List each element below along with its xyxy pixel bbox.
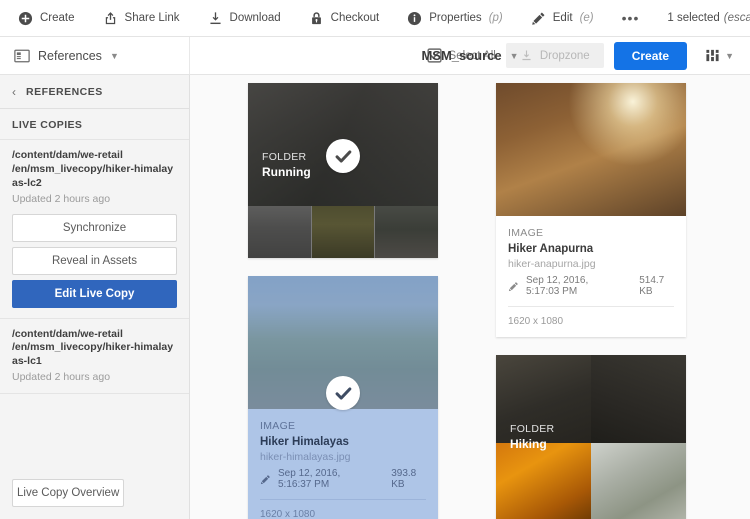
asset-card-hiker-anapurna[interactable]: IMAGE Hiker Anapurna hiker-anapurna.jpg … <box>496 83 686 337</box>
asset-metadata: IMAGE Hiker Himalayas hiker-himalayas.jp… <box>248 409 438 519</box>
share-link-action-label: Share Link <box>125 12 180 24</box>
back-arrow-icon[interactable]: ‹ <box>12 85 16 99</box>
asset-date: Sep 12, 2016, 5:17:03 PM <box>526 275 624 297</box>
ellipsis-icon: ••• <box>622 15 640 21</box>
live-copy-path-line1: /content/dam/we-retail <box>12 328 177 342</box>
asset-kind-label: IMAGE <box>260 420 426 432</box>
asset-filename: hiker-anapurna.jpg <box>508 258 674 270</box>
chevron-down-icon: ▼ <box>510 51 519 61</box>
folder-thumbnail-grid <box>496 355 686 519</box>
asset-modified-row: Sep 12, 2016, 5:17:03 PM 514.7 KB <box>508 275 674 307</box>
lock-icon <box>309 11 324 26</box>
download-action-label: Download <box>230 12 281 24</box>
rail-selector[interactable]: References ▼ <box>0 37 190 74</box>
selection-status: 1 selected (escape) <box>667 12 750 24</box>
asset-size: 514.7 KB <box>639 275 674 297</box>
share-icon <box>103 11 118 26</box>
live-copy-path-line2: /en/msm_livecopy/hiker-himalayas-lc1 <box>12 341 177 369</box>
page-body: ‹ REFERENCES LIVE COPIES /content/dam/we… <box>0 75 750 519</box>
page-title: MSM_source <box>421 48 501 63</box>
live-copy-item[interactable]: /content/dam/we-retail /en/msm_livecopy/… <box>0 319 189 395</box>
sidebar-section-live-copies: LIVE COPIES <box>0 109 189 140</box>
rail-toolbar: References ▼ MSM_source ▼ Select All Dro… <box>0 37 750 75</box>
rail-main-area: MSM_source ▼ Select All Dropzone Create <box>190 37 750 74</box>
checkout-action-label: Checkout <box>331 12 380 24</box>
folder-card-running[interactable]: FOLDER Running <box>248 83 438 258</box>
references-rail-icon <box>14 49 30 63</box>
asset-kind-label: IMAGE <box>508 227 674 239</box>
asset-dimensions: 1620 x 1080 <box>260 500 426 519</box>
live-copy-actions: Synchronize Reveal in Assets Edit Live C… <box>12 214 177 308</box>
sidebar-header: ‹ REFERENCES <box>0 75 189 109</box>
download-action[interactable]: Download <box>208 11 281 26</box>
card-column-2: IMAGE Hiker Anapurna hiker-anapurna.jpg … <box>496 83 686 519</box>
asset-card-hiker-himalayas[interactable]: IMAGE Hiker Himalayas hiker-himalayas.jp… <box>248 276 438 519</box>
properties-action[interactable]: Properties (p) <box>407 11 502 26</box>
folder-thumb-1 <box>496 355 591 443</box>
edit-action[interactable]: Edit (e) <box>531 11 594 26</box>
live-copy-updated: Updated 2 hours ago <box>12 371 177 383</box>
reveal-in-assets-button[interactable]: Reveal in Assets <box>12 247 177 275</box>
download-icon <box>208 11 223 26</box>
rail-selector-label: References <box>38 49 102 63</box>
chevron-down-icon: ▼ <box>725 51 734 61</box>
dropzone-upload-icon <box>520 49 533 62</box>
pencil-icon <box>260 474 271 485</box>
references-sidebar: ‹ REFERENCES LIVE COPIES /content/dam/we… <box>0 75 190 519</box>
asset-metadata: IMAGE Hiker Anapurna hiker-anapurna.jpg … <box>496 216 686 337</box>
card-grid: FOLDER Running <box>190 83 750 519</box>
pencil-icon <box>508 281 519 292</box>
more-actions-button[interactable]: ••• <box>622 15 640 21</box>
card-column-1: FOLDER Running <box>248 83 438 519</box>
check-icon <box>334 147 353 166</box>
chevron-down-icon: ▼ <box>110 51 119 61</box>
create-button[interactable]: Create <box>614 42 687 70</box>
selection-checkmark[interactable] <box>326 139 360 173</box>
live-copy-path-line1: /content/dam/we-retail <box>12 149 177 163</box>
pencil-icon <box>531 11 546 26</box>
synchronize-button[interactable]: Synchronize <box>12 214 177 242</box>
dropzone-label: Dropzone <box>540 50 590 62</box>
live-copy-path-line2: /en/msm_livecopy/hiker-himalayas-lc2 <box>12 163 177 191</box>
edit-shortcut: (e) <box>580 12 594 24</box>
properties-action-label: Properties <box>429 12 481 24</box>
assets-card-grid: FOLDER Running <box>190 75 750 519</box>
selection-count-label: 1 selected <box>667 12 719 24</box>
plus-circle-icon <box>18 11 33 26</box>
breadcrumb-title[interactable]: MSM_source ▼ <box>421 48 518 63</box>
asset-modified-row: Sep 12, 2016, 5:16:37 PM 393.8 KB <box>260 468 426 500</box>
view-switcher[interactable]: ▼ <box>697 48 740 63</box>
info-icon <box>407 11 422 26</box>
asset-dimensions: 1620 x 1080 <box>508 307 674 327</box>
live-copy-item[interactable]: /content/dam/we-retail /en/msm_livecopy/… <box>0 140 189 319</box>
asset-size: 393.8 KB <box>391 468 426 490</box>
asset-title: Hiker Anapurna <box>508 243 674 255</box>
selection-checkmark[interactable] <box>326 376 360 410</box>
selection-escape-hint: (escape) <box>724 12 750 24</box>
folder-thumb-3 <box>496 443 591 519</box>
live-copy-overview-button[interactable]: Live Copy Overview <box>12 479 124 507</box>
grid-view-icon <box>705 48 720 63</box>
folder-card-hiking[interactable]: FOLDER Hiking <box>496 355 686 519</box>
asset-thumbnail <box>496 83 686 216</box>
edit-action-label: Edit <box>553 12 573 24</box>
action-toolbar: Create Share Link Download Checkout Prop… <box>0 0 750 37</box>
dropzone-button[interactable]: Dropzone <box>506 43 604 68</box>
sidebar-footer: Live Copy Overview <box>0 469 189 519</box>
folder-thumb-2 <box>591 355 686 443</box>
properties-shortcut: (p) <box>489 12 503 24</box>
edit-live-copy-button[interactable]: Edit Live Copy <box>12 280 177 308</box>
live-copy-updated: Updated 2 hours ago <box>12 193 177 205</box>
asset-preview-image <box>496 83 686 216</box>
asset-date: Sep 12, 2016, 5:16:37 PM <box>278 468 376 490</box>
create-action-label: Create <box>40 12 75 24</box>
create-action[interactable]: Create <box>18 11 75 26</box>
check-icon <box>334 384 353 403</box>
sidebar-header-title: REFERENCES <box>26 86 103 98</box>
checkout-action[interactable]: Checkout <box>309 11 380 26</box>
folder-thumb-4 <box>591 443 686 519</box>
asset-title: Hiker Himalayas <box>260 436 426 448</box>
asset-filename: hiker-himalayas.jpg <box>260 451 426 463</box>
share-link-action[interactable]: Share Link <box>103 11 180 26</box>
